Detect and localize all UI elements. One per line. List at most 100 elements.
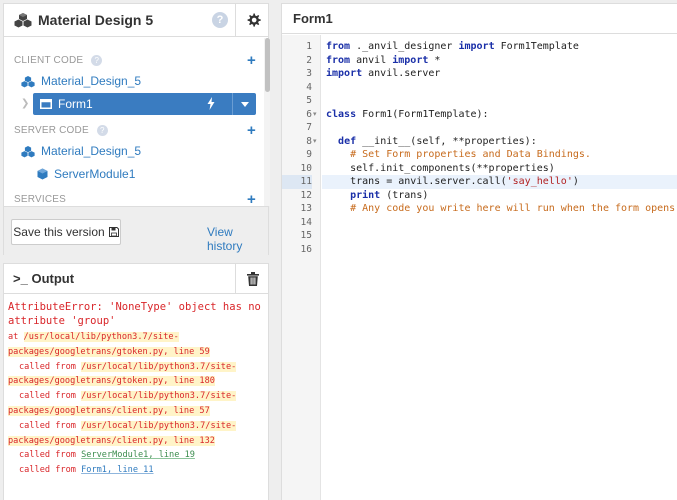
traceback-link[interactable]: Form1, line 11 (81, 465, 153, 475)
chevron-right-icon[interactable]: ❯ (21, 98, 29, 109)
output-title-label: Output (31, 271, 75, 286)
traceback-location: /usr/local/lib/python3.7/site- (81, 361, 237, 372)
line-number: 16 (300, 243, 312, 255)
client-code-heading: CLIENT CODE? (14, 55, 103, 66)
client-package-label: Material_Design_5 (41, 74, 142, 88)
code-line: # Any code you write here will run when … (322, 202, 677, 216)
line-number: 1 (306, 41, 312, 52)
form-icon (40, 99, 52, 109)
traceback-prefix: called from (19, 361, 82, 372)
output-header: >_ Output (4, 264, 268, 294)
traceback-line: at /usr/local/lib/python3.7/site- (8, 330, 264, 345)
editor-title: Form1 (293, 11, 333, 26)
app-header: Material Design 5 ? (4, 4, 268, 37)
fold-arrow-icon[interactable]: ▾ (313, 108, 317, 122)
client-code-help-icon[interactable]: ? (91, 55, 103, 66)
traceback-line: called from ServerModule1, line 19 (8, 448, 264, 463)
code-line: from anvil import * (322, 54, 677, 68)
fold-arrow-icon[interactable]: ▾ (313, 135, 317, 149)
output-title: >_ Output (13, 271, 74, 286)
code-comment: # Set Form properties and Data Bindings. (326, 149, 591, 160)
line-number: 9 (306, 149, 312, 160)
terminal-prompt-icon: >_ (13, 271, 28, 286)
lightning-icon[interactable] (207, 97, 215, 110)
tree-scrollbar[interactable] (264, 38, 270, 206)
code-text: Form1(Form1Template): (356, 108, 489, 120)
server-package-item[interactable]: Material_Design_5 (21, 144, 141, 158)
server-code-help-icon[interactable]: ? (96, 125, 108, 136)
traceback-line: called from Form1, line 11 (8, 463, 264, 478)
editor-panel: Form1 1 2 3 4 5 6 ▾ 7 8 ▾ 9 10 11 12 13 14 15 16 from ._a… (281, 3, 677, 500)
code-text: trans = anvil.server.call( (326, 176, 507, 187)
add-client-code-button[interactable]: + (247, 53, 256, 68)
tree-scroll-thumb[interactable] (265, 38, 270, 92)
client-code-label: CLIENT CODE (14, 55, 84, 66)
save-version-label: Save this version (13, 225, 105, 239)
code-keyword: print (350, 189, 381, 201)
line-number: 7 (306, 122, 312, 133)
services-label: SERVICES (14, 194, 66, 205)
add-service-button[interactable]: + (247, 192, 256, 206)
code-text: Form1Template (494, 41, 579, 52)
clear-output-button[interactable] (235, 264, 270, 294)
client-package-item[interactable]: Material_Design_5 (21, 74, 141, 88)
traceback-link[interactable]: ServerModule1, line 19 (81, 450, 195, 460)
traceback-location: packages/googletrans/gtoken.py, line 180 (8, 376, 215, 387)
output-panel: >_ Output AttributeError: 'NoneType' obj… (3, 263, 269, 500)
output-body: AttributeError: 'NoneType' object has no… (4, 294, 268, 478)
app-panel: Material Design 5 ? CLIENT CODE? + Mater… (3, 3, 270, 255)
package-icon (21, 145, 35, 157)
code-line: print (trans) (322, 189, 677, 203)
server-code-heading: SERVER CODE? (14, 125, 108, 136)
server-module-label: ServerModule1 (54, 167, 136, 181)
code-line: def __init__(self, **properties): (322, 135, 677, 149)
module-cube-icon (37, 168, 48, 180)
code-keyword: import (458, 41, 495, 52)
line-number: 12 (300, 189, 312, 201)
traceback-prefix: called from (19, 391, 82, 402)
traceback-location: /usr/local/lib/python3.7/site- (23, 332, 179, 342)
line-number: 10 (300, 162, 312, 174)
code-keyword: from (326, 41, 351, 52)
help-icon[interactable]: ? (212, 12, 228, 28)
save-version-button[interactable]: Save this version (11, 219, 121, 245)
anvil-cubes-icon (14, 13, 32, 28)
code-text: ._anvil_designer (350, 41, 459, 52)
error-message: AttributeError: 'NoneType' object has no… (8, 301, 261, 327)
traceback: at /usr/local/lib/python3.7/site-package… (8, 330, 264, 478)
view-history-link[interactable]: View history (207, 225, 268, 253)
traceback-line: called from /usr/local/lib/python3.7/sit… (8, 419, 264, 434)
code-line: self.init_components(**properties) (322, 162, 677, 176)
traceback-prefix: called from (19, 420, 82, 431)
editor-tab: Form1 (282, 4, 677, 34)
code-string: 'say_hello' (506, 176, 573, 187)
code-keyword: import (326, 68, 363, 79)
add-server-code-button[interactable]: + (247, 123, 256, 138)
line-number: 15 (300, 230, 312, 241)
line-number: 6 (306, 108, 312, 120)
code-text: __init__(self, **properties): (356, 135, 537, 147)
caret-down-icon (240, 101, 249, 107)
traceback-prefix: at (8, 332, 24, 342)
traceback-line: packages/googletrans/gtoken.py, line 180 (8, 374, 264, 389)
form1-label: Form1 (58, 97, 93, 111)
code-keyword: class (326, 108, 357, 120)
code-editor[interactable]: from ._anvil_designer import Form1Templa… (322, 35, 677, 500)
code-keyword: import (392, 54, 429, 66)
line-number: 14 (300, 216, 312, 228)
package-icon (21, 75, 35, 87)
settings-button[interactable] (235, 4, 270, 37)
form1-menu-button[interactable] (232, 93, 256, 115)
form1-item[interactable]: Form1 (33, 93, 256, 115)
code-keyword: from (326, 54, 351, 66)
code-text: ) (572, 176, 579, 187)
server-module-item[interactable]: ServerModule1 (37, 167, 135, 181)
